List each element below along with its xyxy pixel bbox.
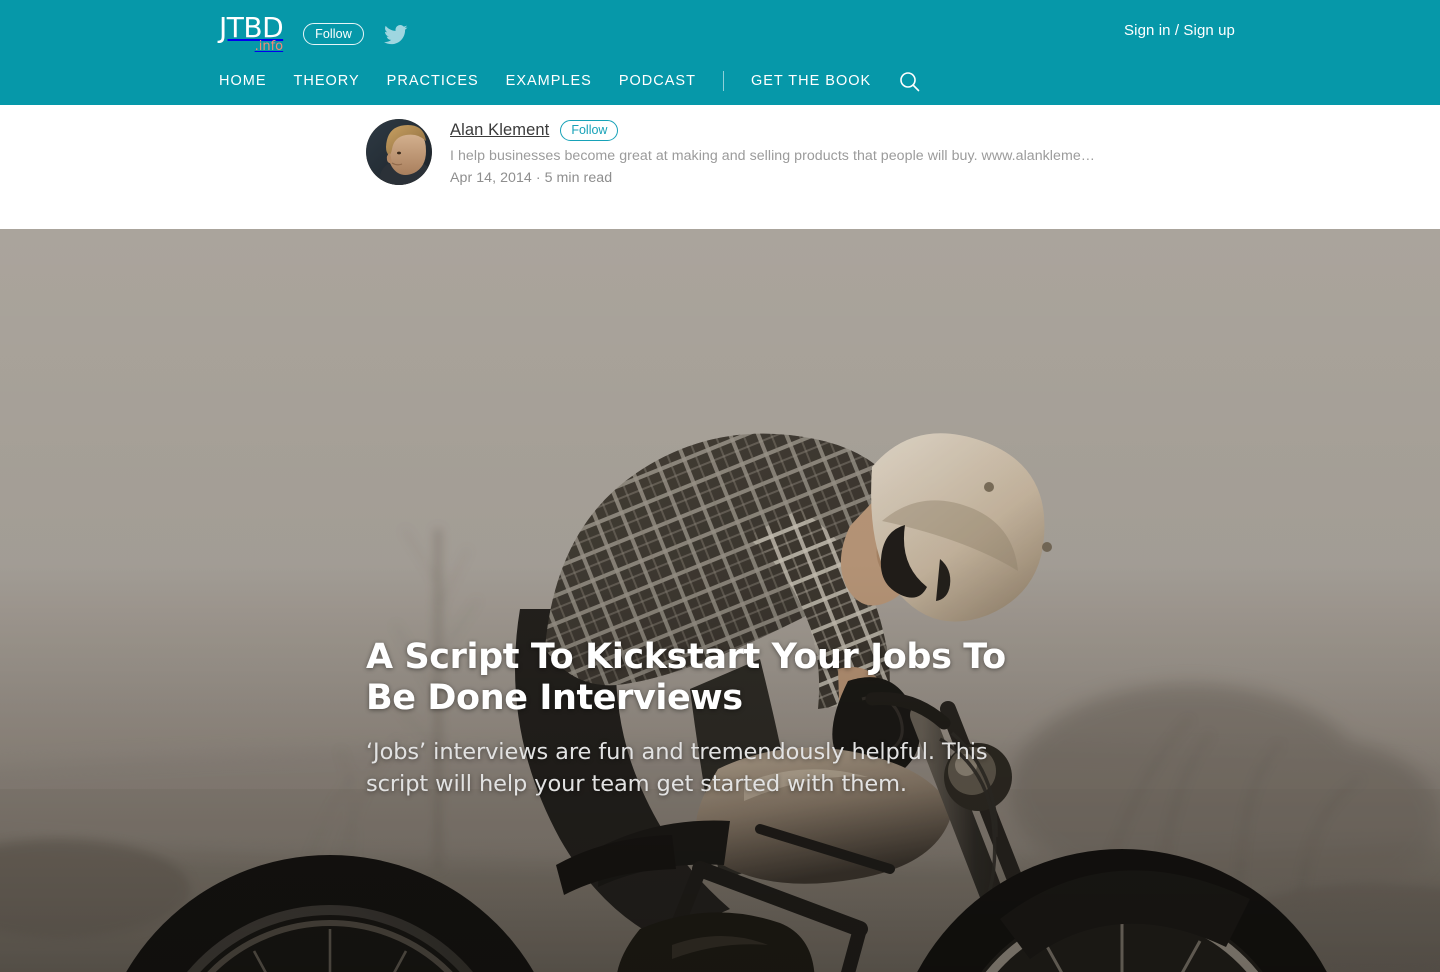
nav-item-get-the-book[interactable]: GET THE BOOK	[751, 73, 871, 89]
nav-divider	[722, 71, 724, 91]
site-header: JTBD .info Follow Sign in / Sign up HOME…	[0, 0, 1440, 105]
site-logo[interactable]: JTBD .info	[219, 10, 284, 53]
signin-signup-link[interactable]: Sign in / Sign up	[1124, 22, 1235, 39]
twitter-icon[interactable]	[383, 24, 408, 45]
header-inner: JTBD .info Follow Sign in / Sign up HOME…	[0, 0, 1440, 105]
page-root: JTBD .info Follow Sign in / Sign up HOME…	[0, 0, 1440, 972]
header-follow-button[interactable]: Follow	[303, 23, 364, 45]
nav-item-examples[interactable]: EXAMPLES	[506, 73, 592, 89]
brand-row: JTBD .info Follow	[219, 10, 408, 53]
avatar[interactable]	[366, 119, 432, 185]
page-title: A Script To Kickstart Your Jobs To Be Do…	[366, 637, 1006, 719]
logo-wordmark: JTBD	[219, 10, 284, 44]
author-bar: Alan Klement Follow I help businesses be…	[0, 105, 1440, 229]
author-follow-button[interactable]: Follow	[560, 119, 619, 141]
author-text: Alan Klement Follow I help businesses be…	[450, 115, 1095, 186]
nav-item-podcast[interactable]: PODCAST	[619, 73, 696, 89]
nav-item-home[interactable]: HOME	[219, 73, 267, 89]
page-subtitle: ‘Jobs’ interviews are fun and tremendous…	[366, 738, 988, 797]
author-inner: Alan Klement Follow I help businesses be…	[366, 115, 1095, 186]
hero-text-block: A Script To Kickstart Your Jobs To Be Do…	[366, 637, 1066, 800]
hero-section: A Script To Kickstart Your Jobs To Be Do…	[0, 229, 1440, 972]
search-icon[interactable]	[899, 71, 920, 92]
author-meta: Apr 14, 2014 · 5 min read	[450, 170, 613, 186]
main-navigation: HOME THEORY PRACTICES EXAMPLES PODCAST G…	[219, 66, 920, 96]
nav-item-theory[interactable]: THEORY	[294, 73, 360, 89]
nav-item-practices[interactable]: PRACTICES	[387, 73, 479, 89]
hero-image	[0, 229, 1440, 972]
author-bio: I help businesses become great at making…	[450, 148, 1095, 164]
author-name[interactable]: Alan Klement	[450, 121, 549, 140]
author-name-row: Alan Klement Follow	[450, 119, 1095, 141]
